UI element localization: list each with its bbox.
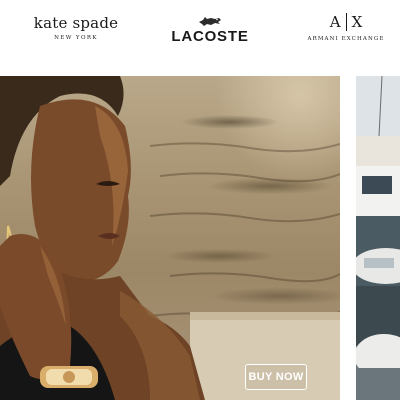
hero-slide-next-preview[interactable] — [356, 76, 400, 400]
lacoste-logo-link[interactable]: LACOSTE — [168, 14, 252, 45]
armani-exchange-logo-link[interactable]: A X ARMANI EXCHANGE — [304, 13, 388, 42]
hero-carousel: BUY NOW — [0, 76, 400, 400]
brand-logo-strip: kate spade NEW YORK LACOSTE A X ARMANI E… — [0, 0, 400, 66]
monogram-x: X — [351, 13, 363, 31]
crocodile-icon — [199, 17, 221, 26]
monogram-divider — [345, 13, 347, 31]
monogram-a: A — [329, 13, 341, 31]
kate-spade-wordmark: kate spade — [33, 14, 119, 32]
page: kate spade NEW YORK LACOSTE A X ARMANI E… — [0, 0, 400, 400]
kate-spade-logo-link[interactable]: kate spade NEW YORK — [28, 14, 124, 41]
boat-photo — [356, 76, 400, 400]
armani-exchange-wordmark: ARMANI EXCHANGE — [307, 36, 385, 42]
campaign-photo — [0, 76, 340, 400]
buy-now-button[interactable]: BUY NOW — [245, 364, 307, 390]
kate-spade-location: NEW YORK — [54, 35, 98, 41]
lacoste-wordmark: LACOSTE — [171, 28, 249, 45]
armani-exchange-monogram: A X — [329, 13, 363, 31]
hero-slide-watch-campaign[interactable]: BUY NOW — [0, 76, 340, 400]
